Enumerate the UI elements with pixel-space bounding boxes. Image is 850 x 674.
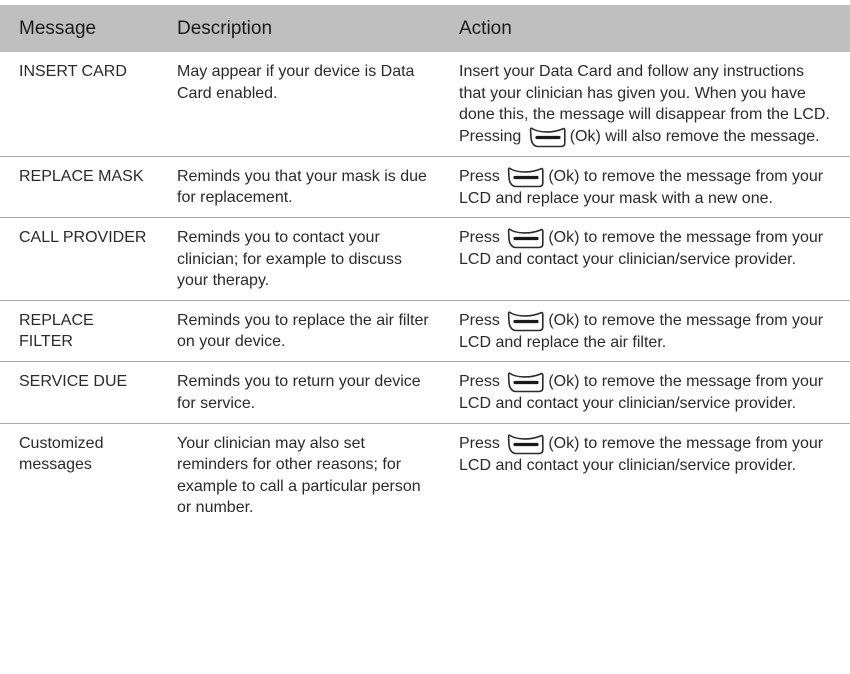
action-button-label: (Ok) — [548, 229, 580, 246]
description-cell: Reminds you that your mask is due for re… — [158, 156, 440, 218]
table-row: SERVICE DUE Reminds you to return your d… — [0, 361, 850, 424]
ok-key-icon — [507, 433, 544, 455]
action-cell: Press (Ok) to remove the message from yo… — [440, 300, 850, 362]
ok-key-icon — [507, 310, 544, 332]
table-row: REPLACE MASK Reminds you that your mask … — [0, 156, 850, 218]
table-row: REPLACE FILTER Reminds you to replace th… — [0, 300, 850, 362]
column-header-description: Description — [158, 5, 440, 52]
description-cell: Reminds you to contact your clinician; f… — [158, 217, 440, 301]
table-body: INSERT CARD May appear if your device is… — [0, 52, 850, 527]
description-cell: Reminds you to replace the air filter on… — [158, 300, 440, 362]
reminder-messages-table: Message Description Action INSERT CARD M… — [0, 5, 850, 527]
description-cell: Your clinician may also set reminders fo… — [177, 434, 421, 517]
action-cell: Insert your Data Card and follow any ins… — [440, 52, 850, 157]
description-cell: Reminds you to return your device for se… — [158, 361, 440, 424]
table-header: Message Description Action — [0, 5, 850, 52]
column-header-action: Action — [440, 5, 850, 52]
ok-key-icon — [529, 126, 566, 148]
ok-key-icon — [507, 371, 544, 393]
message-cell: Customized messages — [19, 434, 104, 474]
action-text-before: Press — [459, 373, 505, 390]
action-button-label: (Ok) — [548, 311, 580, 329]
action-cell: Press (Ok) to remove the message from yo… — [440, 156, 850, 218]
action-cell: Press (Ok) to remove the message from yo… — [440, 217, 850, 301]
message-cell: CALL PROVIDER — [0, 217, 158, 301]
action-button-label: (Ok) — [548, 434, 580, 452]
action-text-before: Press — [459, 167, 505, 185]
description-cell: May appear if your device is Data Card e… — [158, 52, 440, 157]
action-text-before: Press — [459, 434, 505, 452]
message-cell: INSERT CARD — [0, 52, 158, 157]
action-text-after: will also remove the message. — [600, 127, 820, 145]
message-cell: REPLACE MASK — [0, 156, 158, 218]
action-cell: Press (Ok) to remove the message from yo… — [440, 361, 850, 424]
table-row: INSERT CARD May appear if your device is… — [0, 52, 850, 157]
ok-key-icon — [507, 166, 544, 188]
message-cell: REPLACE FILTER — [0, 300, 158, 362]
action-text-before: Press — [459, 229, 505, 246]
action-button-label: (Ok) — [569, 127, 601, 145]
table-row: CALL PROVIDER Reminds you to contact you… — [0, 217, 850, 301]
action-button-label: (Ok) — [548, 373, 580, 390]
column-header-message: Message — [0, 5, 158, 52]
action-button-label: (Ok) — [548, 167, 580, 185]
message-cell: SERVICE DUE — [0, 361, 158, 424]
action-text-before: Press — [459, 311, 505, 329]
action-cell: Press (Ok) to remove the message from yo… — [440, 423, 850, 527]
ok-key-icon — [507, 227, 544, 249]
table-row: Customized messages Your clinician may a… — [0, 423, 850, 527]
